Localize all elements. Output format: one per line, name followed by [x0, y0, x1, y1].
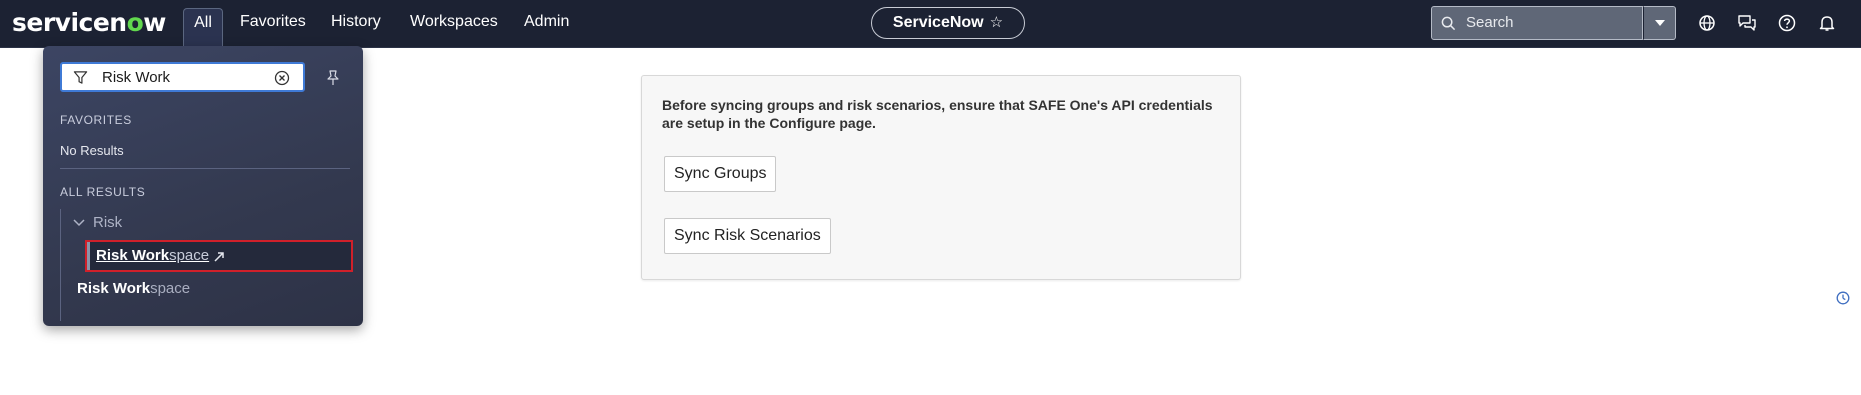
nav-workspaces-label: Workspaces	[410, 13, 498, 30]
nav-admin-label: Admin	[524, 13, 570, 30]
servicenow-logo[interactable]: servicenow	[12, 8, 166, 38]
filter-icon	[73, 71, 88, 84]
search-icon	[1441, 16, 1456, 31]
menu-item-risk-workspace[interactable]: Risk Workspace	[77, 280, 190, 297]
nav-favorites-label: Favorites	[240, 13, 306, 30]
match-highlight: Risk Work	[96, 247, 170, 264]
nav-admin-tab[interactable]: Admin	[514, 8, 579, 40]
menu-group-risk-label: Risk	[93, 214, 123, 231]
all-menu-panel: Risk Work FAVORITES No Results ALL RESUL…	[43, 46, 363, 326]
nav-all-label: All	[194, 14, 212, 31]
sync-risk-scenarios-button[interactable]: Sync Risk Scenarios	[664, 218, 831, 254]
top-navigation-bar: servicenow All Favorites History Workspa…	[0, 0, 1861, 48]
nav-history-tab[interactable]: History	[321, 8, 391, 40]
menu-item-link[interactable]: Risk Workspace	[96, 247, 209, 264]
help-icon[interactable]	[1777, 13, 1797, 33]
search-scope-dropdown[interactable]	[1643, 6, 1676, 40]
logo-text-end: w	[143, 8, 166, 37]
global-search-input[interactable]: Search	[1431, 6, 1643, 40]
external-link-icon[interactable]	[213, 251, 225, 263]
tree-guide-line	[60, 209, 61, 321]
nav-history-label: History	[331, 13, 381, 30]
caret-down-icon	[1655, 20, 1665, 26]
menu-group-risk[interactable]: Risk	[73, 214, 122, 231]
nav-workspaces-tab[interactable]: Workspaces	[400, 8, 508, 40]
bell-icon[interactable]	[1817, 13, 1837, 33]
globe-icon[interactable]	[1697, 13, 1717, 33]
instance-name: ServiceNow	[892, 14, 984, 31]
selection-indicator	[87, 242, 90, 270]
match-highlight: Risk Work	[77, 280, 151, 297]
chat-icon[interactable]	[1737, 13, 1757, 33]
menu-filter-input[interactable]: Risk Work	[60, 62, 305, 92]
nav-favorites-tab[interactable]: Favorites	[230, 8, 316, 40]
match-remainder: space	[169, 247, 210, 264]
all-results-heading: ALL RESULTS	[60, 185, 146, 199]
nav-all-tab[interactable]: All	[183, 8, 223, 48]
clock-icon[interactable]	[1836, 291, 1850, 305]
pin-icon[interactable]	[326, 70, 340, 86]
logo-text-start: servicen	[12, 8, 127, 37]
filter-value: Risk Work	[102, 69, 171, 86]
logo-text-o: o	[126, 8, 144, 37]
match-remainder: space	[150, 280, 191, 297]
favorites-heading: FAVORITES	[60, 113, 132, 127]
sync-panel: Before syncing groups and risk scenarios…	[641, 75, 1241, 280]
sync-groups-button[interactable]: Sync Groups	[664, 156, 777, 192]
chevron-down-icon	[73, 219, 85, 227]
sync-instructions: Before syncing groups and risk scenarios…	[662, 97, 1213, 131]
clear-icon[interactable]	[274, 70, 290, 86]
search-placeholder: Search	[1466, 14, 1514, 31]
menu-divider	[60, 168, 350, 169]
star-icon[interactable]: ☆	[990, 14, 1003, 31]
menu-item-risk-workspace-selected[interactable]: Risk Workspace	[85, 240, 353, 272]
instance-name-pill[interactable]: ServiceNow ☆	[871, 7, 1025, 39]
favorites-no-results: No Results	[60, 143, 124, 158]
